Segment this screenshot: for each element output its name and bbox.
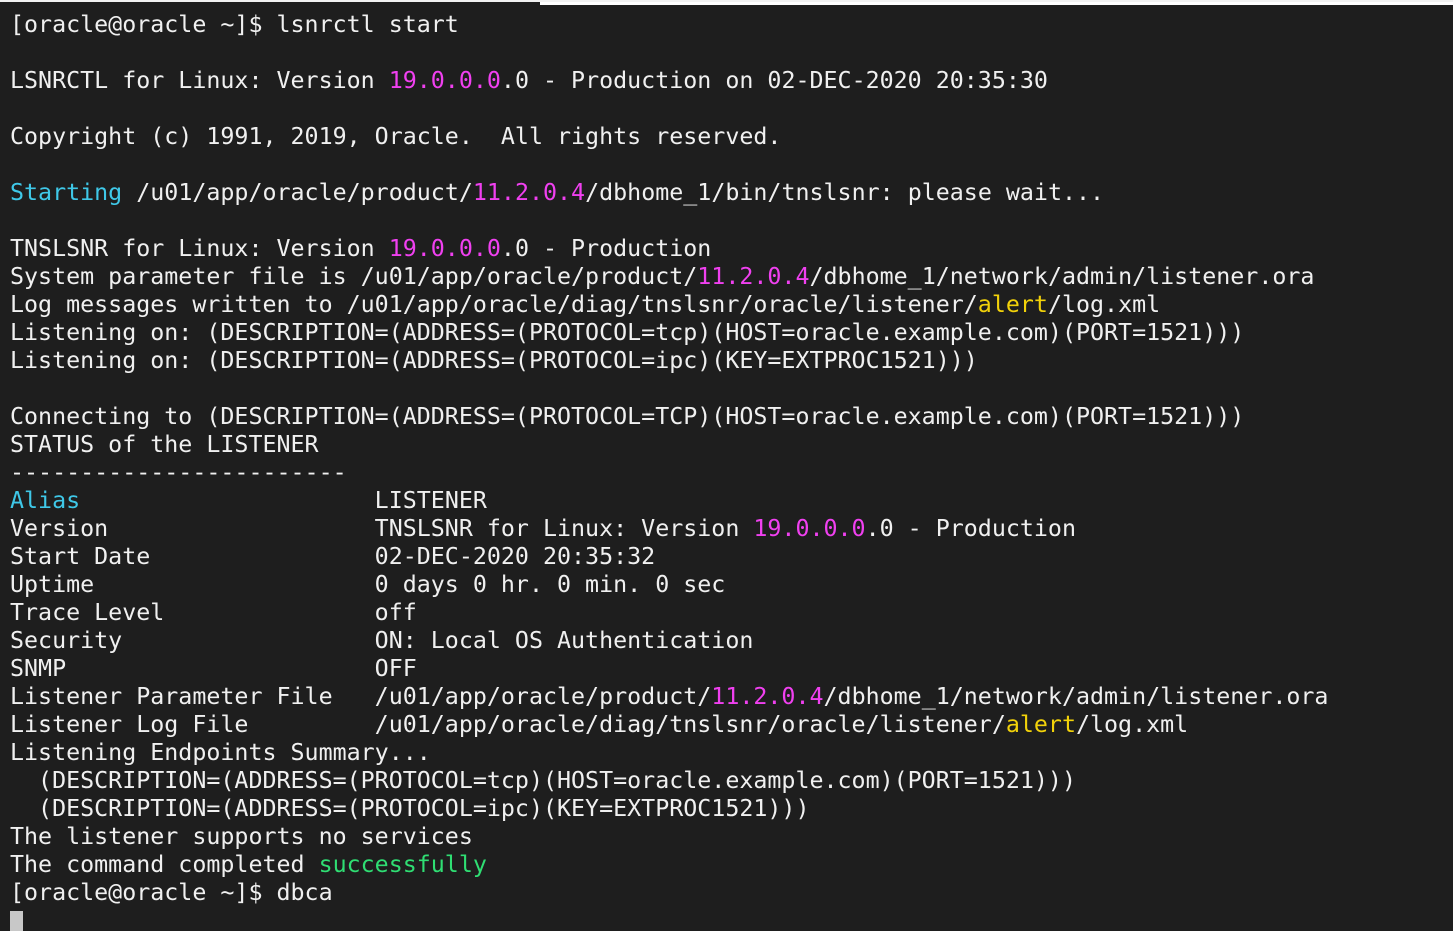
terminal-line: Version TNSLSNR for Linux: Version 19.0.… bbox=[10, 515, 1328, 543]
terminal-text: Uptime 0 days 0 hr. 0 min. 0 sec bbox=[10, 571, 726, 598]
terminal-text: /dbhome_1/network/admin/listener.ora bbox=[823, 683, 1329, 710]
terminal-text: /dbhome_1/bin/tnslsnr: please wait... bbox=[585, 179, 1105, 206]
terminal-text: Listener Parameter File /u01/app/oracle/… bbox=[10, 683, 712, 710]
terminal-text: Listening on: (DESCRIPTION=(ADDRESS=(PRO… bbox=[10, 347, 978, 374]
terminal-line: Listening on: (DESCRIPTION=(ADDRESS=(PRO… bbox=[10, 319, 1328, 347]
text-cursor[interactable] bbox=[10, 910, 23, 931]
title-strip bbox=[540, 2, 1453, 5]
terminal-text: (DESCRIPTION=(ADDRESS=(PROTOCOL=tcp)(HOS… bbox=[10, 767, 1076, 794]
terminal-line: The listener supports no services bbox=[10, 823, 1328, 851]
terminal-line: [oracle@oracle ~]$ dbca bbox=[10, 879, 1328, 907]
terminal-text: Security ON: Local OS Authentication bbox=[10, 627, 754, 654]
terminal-line: LSNRCTL for Linux: Version 19.0.0.0.0 - … bbox=[10, 67, 1328, 95]
terminal-line: STATUS of the LISTENER bbox=[10, 431, 1328, 459]
terminal-line: Uptime 0 days 0 hr. 0 min. 0 sec bbox=[10, 571, 1328, 599]
terminal-text: The listener supports no services bbox=[10, 823, 473, 850]
terminal-line: (DESCRIPTION=(ADDRESS=(PROTOCOL=ipc)(KEY… bbox=[10, 795, 1328, 823]
terminal-line: Listening on: (DESCRIPTION=(ADDRESS=(PRO… bbox=[10, 347, 1328, 375]
terminal-text: The command completed bbox=[10, 851, 319, 878]
terminal-text: LISTENER bbox=[80, 487, 487, 514]
terminal-text: /log.xml bbox=[1075, 711, 1189, 738]
terminal-text: STATUS of the LISTENER bbox=[10, 431, 319, 458]
terminal-text: (DESCRIPTION=(ADDRESS=(PROTOCOL=ipc)(KEY… bbox=[10, 795, 810, 822]
terminal-text: Listening Endpoints Summary... bbox=[10, 739, 431, 766]
terminal-text: Version TNSLSNR for Linux: Version bbox=[10, 515, 754, 542]
terminal-text: 11.2.0.4 bbox=[697, 263, 810, 290]
terminal-text: Log messages written to /u01/app/oracle/… bbox=[10, 291, 978, 318]
terminal-text: System parameter file is /u01/app/oracle… bbox=[10, 263, 698, 290]
terminal-text: Starting bbox=[10, 179, 123, 206]
terminal-window[interactable]: [oracle@oracle ~]$ lsnrctl start LSNRCTL… bbox=[0, 0, 1453, 931]
terminal-text: Listener Log File /u01/app/oracle/diag/t… bbox=[10, 711, 1006, 738]
terminal-text: successfully bbox=[318, 851, 487, 878]
terminal-text: /dbhome_1/network/admin/listener.ora bbox=[809, 263, 1315, 290]
terminal-line: Starting /u01/app/oracle/product/11.2.0.… bbox=[10, 179, 1328, 207]
terminal-line: TNSLSNR for Linux: Version 19.0.0.0.0 - … bbox=[10, 235, 1328, 263]
terminal-line: ------------------------ bbox=[10, 459, 1328, 487]
terminal-text: 11.2.0.4 bbox=[711, 683, 824, 710]
terminal-text: .0 - Production on 02-DEC-2020 20:35:30 bbox=[500, 67, 1048, 94]
terminal-line: SNMP OFF bbox=[10, 655, 1328, 683]
terminal-line: Connecting to (DESCRIPTION=(ADDRESS=(PRO… bbox=[10, 403, 1328, 431]
terminal-text: Trace Level off bbox=[10, 599, 417, 626]
terminal-line: Copyright (c) 1991, 2019, Oracle. All ri… bbox=[10, 123, 1328, 151]
terminal-line: Log messages written to /u01/app/oracle/… bbox=[10, 291, 1328, 319]
terminal-line: System parameter file is /u01/app/oracle… bbox=[10, 263, 1328, 291]
terminal-text: /log.xml bbox=[1047, 291, 1161, 318]
terminal-text: LSNRCTL for Linux: Version bbox=[10, 67, 389, 94]
terminal-text: /u01/app/oracle/product/ bbox=[122, 179, 473, 206]
cursor-line bbox=[10, 907, 1328, 931]
terminal-line: Listening Endpoints Summary... bbox=[10, 739, 1328, 767]
terminal-line: Trace Level off bbox=[10, 599, 1328, 627]
terminal-line: [oracle@oracle ~]$ lsnrctl start bbox=[10, 11, 1328, 39]
terminal-text: 19.0.0.0 bbox=[388, 235, 501, 262]
terminal-line: The command completed successfully bbox=[10, 851, 1328, 879]
terminal-text: 19.0.0.0 bbox=[388, 67, 501, 94]
terminal-text: Listening on: (DESCRIPTION=(ADDRESS=(PRO… bbox=[10, 319, 1245, 346]
terminal-line: Start Date 02-DEC-2020 20:35:32 bbox=[10, 543, 1328, 571]
terminal-text: .0 - Production bbox=[865, 515, 1076, 542]
terminal-line: Security ON: Local OS Authentication bbox=[10, 627, 1328, 655]
terminal-output: [oracle@oracle ~]$ lsnrctl start LSNRCTL… bbox=[10, 11, 1328, 931]
terminal-text: ------------------------ bbox=[10, 459, 347, 486]
terminal-line: Alias LISTENER bbox=[10, 487, 1328, 515]
terminal-text: 19.0.0.0 bbox=[753, 515, 866, 542]
terminal-line: (DESCRIPTION=(ADDRESS=(PROTOCOL=tcp)(HOS… bbox=[10, 767, 1328, 795]
terminal-line: Listener Parameter File /u01/app/oracle/… bbox=[10, 683, 1328, 711]
terminal-line: Listener Log File /u01/app/oracle/diag/t… bbox=[10, 711, 1328, 739]
terminal-text: TNSLSNR for Linux: Version bbox=[10, 235, 389, 262]
terminal-text: [oracle@oracle ~]$ dbca bbox=[10, 879, 333, 906]
terminal-text: 11.2.0.4 bbox=[472, 179, 586, 206]
terminal-text: alert bbox=[977, 291, 1048, 318]
terminal-text: Start Date 02-DEC-2020 20:35:32 bbox=[10, 543, 656, 570]
terminal-text: Alias bbox=[10, 487, 81, 514]
terminal-text: alert bbox=[1005, 711, 1076, 738]
terminal-text: .0 - Production bbox=[500, 235, 712, 262]
terminal-text: Copyright (c) 1991, 2019, Oracle. All ri… bbox=[10, 123, 782, 150]
terminal-text: Connecting to (DESCRIPTION=(ADDRESS=(PRO… bbox=[10, 403, 1245, 430]
terminal-text: SNMP OFF bbox=[10, 655, 417, 682]
terminal-text: [oracle@oracle ~]$ lsnrctl start bbox=[10, 11, 459, 38]
